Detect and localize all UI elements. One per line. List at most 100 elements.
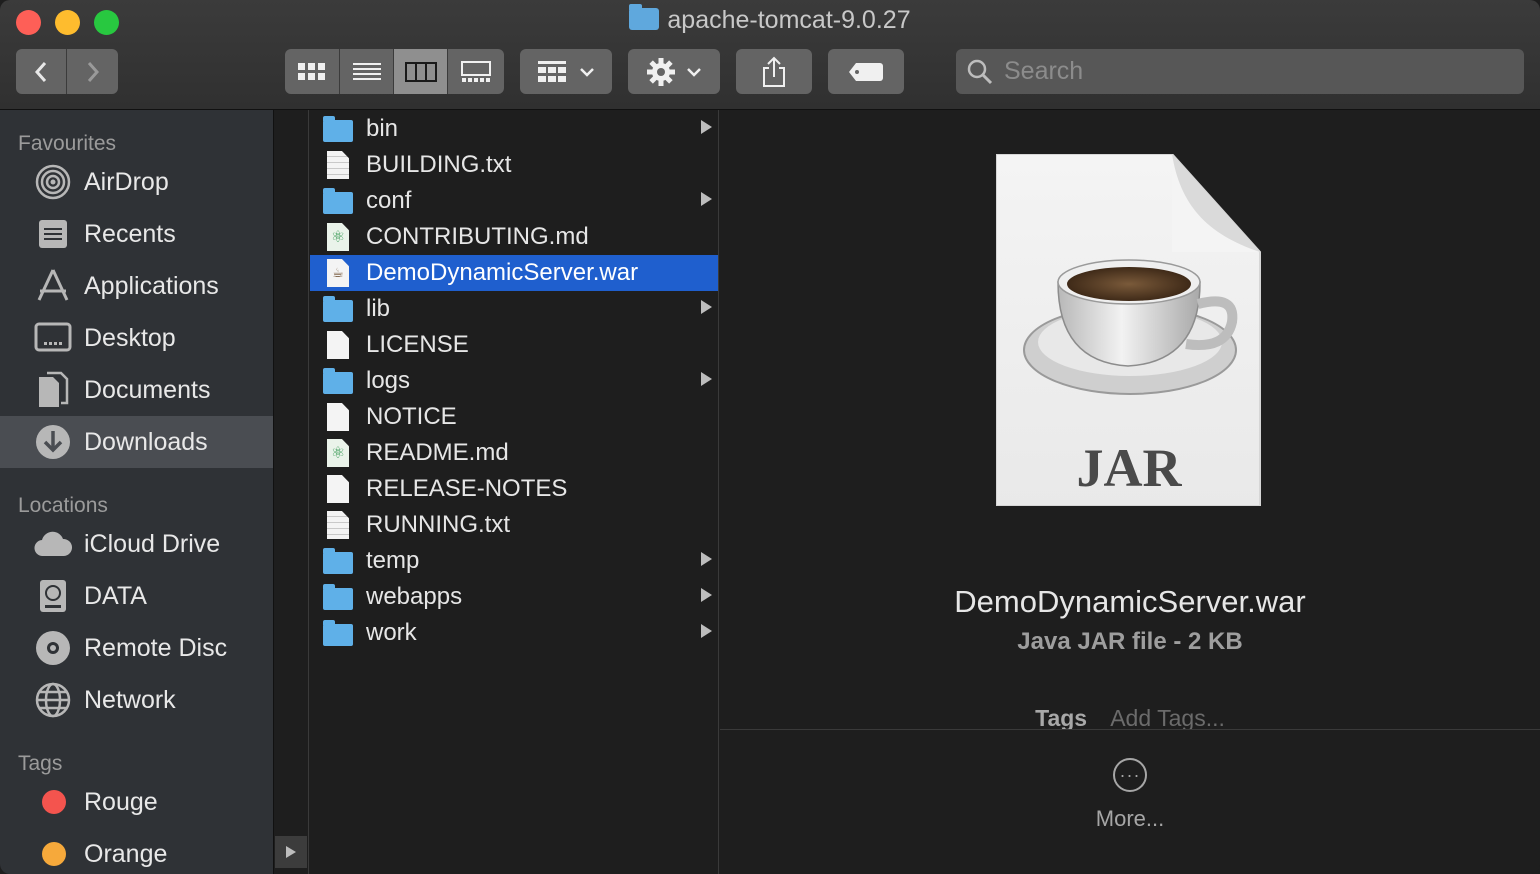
documents-icon	[34, 371, 72, 409]
forward-button[interactable]	[67, 49, 118, 94]
file-row-notice[interactable]: NOTICE	[310, 399, 718, 435]
group-by-button[interactable]	[520, 49, 612, 94]
sidebar-item-desktop[interactable]: Desktop	[0, 312, 273, 364]
file-name: work	[366, 619, 417, 646]
file-row-running-txt[interactable]: RUNNING.txt	[310, 507, 718, 543]
markdown-file-icon: ⚛	[322, 438, 354, 468]
file-row-work[interactable]: work	[310, 615, 718, 651]
sidebar-item-downloads[interactable]: Downloads	[0, 416, 273, 468]
sidebar-item-label: Applications	[84, 271, 219, 300]
sidebar-item-label: AirDrop	[84, 167, 169, 196]
window-title: apache-tomcat-9.0.27	[0, 4, 1540, 35]
sidebar-item-label: Desktop	[84, 323, 176, 352]
search-icon	[967, 59, 993, 84]
sidebar-item-icloud-drive[interactable]: iCloud Drive	[0, 518, 273, 570]
file-row-demodynamicserver-war[interactable]: ☕ DemoDynamicServer.war	[310, 255, 718, 291]
file-row-release-notes[interactable]: RELEASE-NOTES	[310, 471, 718, 507]
file-name: LICENSE	[366, 331, 469, 358]
sidebar-item-data[interactable]: DATA	[0, 570, 273, 622]
file-row-logs[interactable]: logs	[310, 363, 718, 399]
sidebar-item-label: Rouge	[84, 787, 158, 816]
file-row-contributing-md[interactable]: ⚛ CONTRIBUTING.md	[310, 219, 718, 255]
folder-icon	[322, 546, 354, 576]
sidebar-item-airdrop[interactable]: AirDrop	[0, 156, 273, 208]
sidebar-item-label: Remote Disc	[84, 633, 228, 662]
sidebar-item-label: DATA	[84, 581, 147, 610]
disclosure-arrow-icon	[701, 624, 712, 638]
folder-icon	[322, 618, 354, 648]
folder-icon	[322, 294, 354, 324]
file-row-readme-md[interactable]: ⚛ README.md	[310, 435, 718, 471]
share-button[interactable]	[736, 49, 812, 94]
markdown-file-icon: ⚛	[322, 222, 354, 252]
view-mode-segment	[285, 49, 504, 94]
tag-color-dot	[42, 790, 66, 814]
network-icon	[34, 681, 72, 719]
file-name: lib	[366, 295, 391, 322]
disclosure-arrow-icon	[701, 192, 712, 206]
more-button[interactable]: ··· More...	[720, 758, 1540, 832]
list-view-icon	[352, 62, 381, 80]
tag-color-dot	[42, 842, 66, 866]
sidebar-section-locations: Locations	[18, 494, 108, 517]
tags-label: Tags	[1035, 705, 1088, 729]
sidebar-item-label: Network	[84, 685, 176, 714]
sidebar-item-documents[interactable]: Documents	[0, 364, 273, 416]
gear-icon	[647, 57, 675, 86]
chevron-down-icon	[580, 67, 594, 77]
chevron-left-icon	[34, 61, 47, 82]
file-row-lib[interactable]: lib	[310, 291, 718, 327]
sidebar-section-tags: Tags	[18, 752, 63, 775]
column-view-button[interactable]	[394, 49, 448, 94]
text-file-icon	[322, 510, 354, 540]
file-row-building-txt[interactable]: BUILDING.txt	[310, 147, 718, 183]
share-icon	[763, 56, 785, 87]
file-name: RELEASE-NOTES	[366, 475, 568, 502]
file-row-webapps[interactable]: webapps	[310, 579, 718, 615]
sidebar-item-recents[interactable]: Recents	[0, 208, 273, 260]
toolbar: apache-tomcat-9.0.27	[0, 0, 1540, 110]
icon-view-button[interactable]	[285, 49, 340, 94]
sidebar-item-remote-disc[interactable]: Remote Disc	[0, 622, 273, 674]
sidebar: Favourites AirDrop Recents Applications …	[0, 110, 274, 874]
edit-tags-button[interactable]	[828, 49, 904, 94]
preview-file-name: DemoDynamicServer.war	[954, 584, 1306, 619]
column-scroll-button[interactable]	[275, 836, 307, 868]
tag-icon	[849, 62, 883, 81]
sidebar-item-label: Orange	[84, 839, 168, 868]
sidebar-item-applications[interactable]: Applications	[0, 260, 273, 312]
airdrop-icon	[34, 163, 72, 201]
file-row-bin[interactable]: bin	[310, 111, 718, 147]
sidebar-item-tag-orange[interactable]: Orange	[0, 828, 273, 874]
finder-window: apache-tomcat-9.0.27 Search Favourites A…	[0, 0, 1540, 874]
file-row-license[interactable]: LICENSE	[310, 327, 718, 363]
sidebar-item-label: Documents	[84, 375, 211, 404]
action-menu-button[interactable]	[628, 49, 720, 94]
desktop-icon	[34, 319, 72, 357]
file-row-temp[interactable]: temp	[310, 543, 718, 579]
back-button[interactable]	[16, 49, 67, 94]
add-tags-field[interactable]: Add Tags...	[1110, 705, 1225, 729]
document-icon	[322, 474, 354, 504]
search-field[interactable]	[956, 49, 1524, 94]
divider	[720, 729, 1540, 730]
sidebar-item-network[interactable]: Network	[0, 674, 273, 726]
file-name: CONTRIBUTING.md	[366, 223, 589, 250]
navigation-buttons	[16, 49, 118, 94]
search-input[interactable]	[1004, 57, 1504, 86]
folder-icon	[629, 4, 660, 30]
disclosure-arrow-icon	[701, 588, 712, 602]
file-name: temp	[366, 547, 420, 574]
file-name: logs	[366, 367, 411, 394]
list-view-button[interactable]	[340, 49, 394, 94]
disclosure-arrow-icon	[701, 300, 712, 314]
folder-icon	[322, 114, 354, 144]
file-name: NOTICE	[366, 403, 457, 430]
sidebar-item-tag-rouge[interactable]: Rouge	[0, 776, 273, 828]
gallery-view-button[interactable]	[448, 49, 504, 94]
file-row-conf[interactable]: conf	[310, 183, 718, 219]
preview-tags-row: Tags Add Tags...	[720, 705, 1540, 729]
recents-icon	[34, 215, 72, 253]
cloud-icon	[34, 525, 72, 563]
sidebar-section-favourites: Favourites	[18, 132, 117, 155]
